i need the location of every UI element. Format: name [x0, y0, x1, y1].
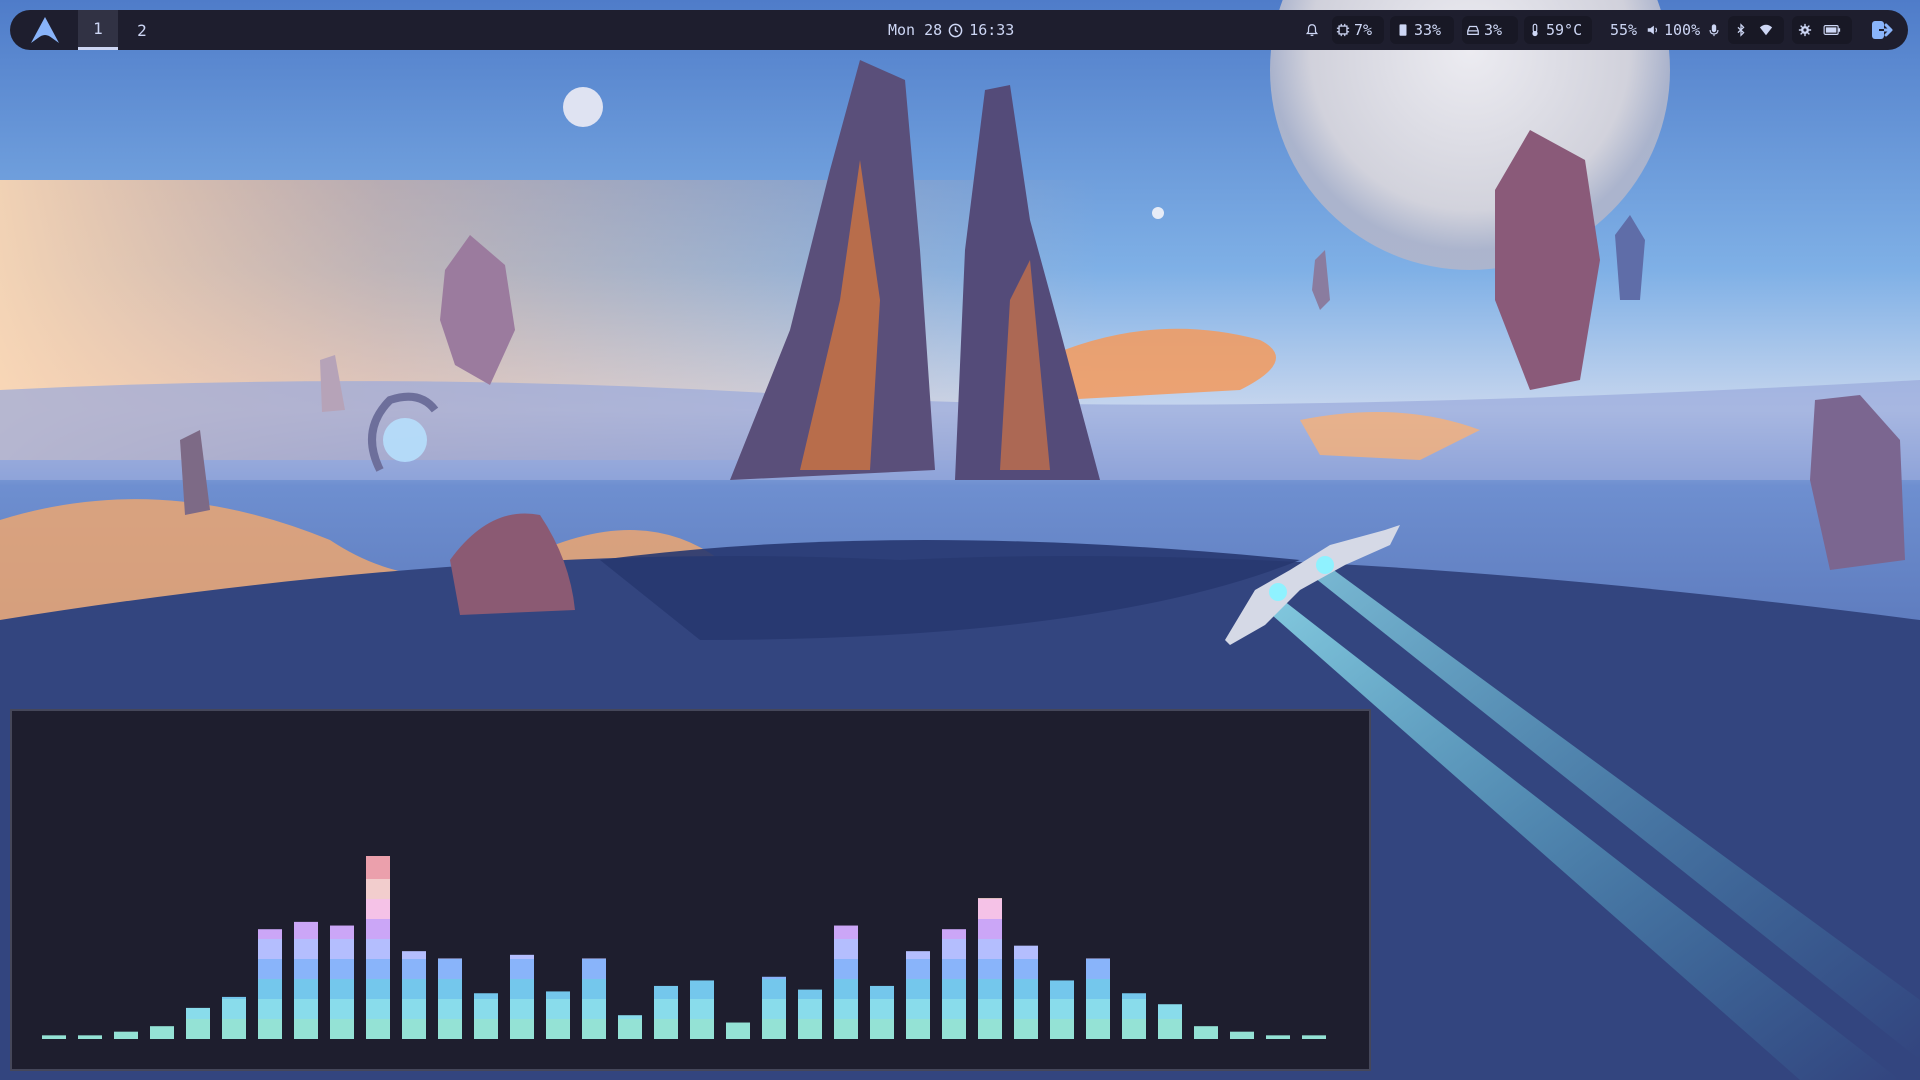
visualizer-bar — [1014, 945, 1038, 1039]
visualizer-bar — [474, 993, 498, 1039]
visualizer-bar — [1086, 958, 1110, 1039]
visualizer-bar — [582, 958, 606, 1039]
battery-icon — [1823, 25, 1841, 35]
clock-icon — [948, 23, 963, 37]
workspace-1-label: 1 — [93, 19, 103, 38]
visualizer-bar — [258, 929, 282, 1039]
audio-visualizer-bars — [42, 856, 1326, 1039]
microphone-button[interactable] — [1707, 10, 1721, 50]
visualizer-bar — [1230, 1031, 1254, 1039]
visualizer-bar — [330, 925, 354, 1039]
wifi-icon — [1759, 24, 1773, 36]
visualizer-bar — [654, 985, 678, 1039]
visualizer-bar — [1122, 993, 1146, 1039]
visualizer-bar — [150, 1026, 174, 1039]
visualizer-bar — [366, 856, 390, 1039]
workspace-2-button[interactable]: 2 — [122, 10, 162, 50]
battery-indicator[interactable] — [1822, 10, 1842, 50]
visualizer-bar — [114, 1031, 138, 1039]
visualizer-bar — [942, 929, 966, 1039]
visualizer-bar — [906, 951, 930, 1039]
memory-module[interactable]: 33% — [1396, 10, 1441, 50]
brightness-module[interactable]: 55% — [1610, 10, 1637, 50]
volume-value: 100% — [1664, 21, 1701, 39]
visualizer-bar — [762, 976, 786, 1039]
bluetooth-icon — [1737, 23, 1745, 37]
settings-button[interactable] — [1798, 10, 1812, 50]
thermometer-icon — [1532, 23, 1538, 37]
gear-icon — [1798, 23, 1812, 37]
microphone-icon — [1709, 24, 1719, 37]
memory-icon — [1399, 24, 1407, 36]
notifications-button[interactable] — [1305, 10, 1319, 50]
speaker-icon — [1647, 25, 1658, 35]
visualizer-bar — [42, 1035, 66, 1039]
clock[interactable]: Mon 28 16:33 — [888, 10, 1014, 50]
visualizer-bar — [618, 1015, 642, 1039]
cpu-icon — [1336, 23, 1350, 37]
brightness-value: 55% — [1610, 21, 1638, 39]
visualizer-bar — [546, 991, 570, 1039]
disk-value: 3% — [1484, 21, 1503, 39]
arch-logo-icon[interactable] — [30, 16, 60, 44]
memory-value: 33% — [1414, 21, 1442, 39]
disk-module[interactable]: 3% — [1466, 10, 1502, 50]
visualizer-bar — [186, 1007, 210, 1039]
bluetooth-button[interactable] — [1734, 10, 1748, 50]
cpu-value: 7% — [1354, 21, 1373, 39]
visualizer-bar — [1266, 1035, 1290, 1039]
visualizer-bar — [510, 954, 534, 1039]
temperature-value: 59°C — [1546, 21, 1583, 39]
visualizer-bar — [726, 1022, 750, 1039]
audio-visualizer-window[interactable] — [10, 709, 1371, 1071]
cpu-module[interactable]: 7% — [1336, 10, 1372, 50]
visualizer-bar — [1158, 1004, 1182, 1039]
wifi-button[interactable] — [1759, 10, 1773, 50]
visualizer-bar — [294, 921, 318, 1039]
visualizer-bar — [438, 958, 462, 1039]
clock-time: 16:33 — [969, 21, 1015, 39]
visualizer-bar — [834, 925, 858, 1039]
logout-icon[interactable] — [1870, 18, 1894, 42]
visualizer-bar — [222, 996, 246, 1039]
visualizer-bar — [798, 989, 822, 1039]
visualizer-bar — [1302, 1035, 1326, 1039]
temperature-module[interactable]: 59°C — [1528, 10, 1582, 50]
bell-icon — [1305, 24, 1319, 37]
clock-date: Mon 28 — [888, 21, 943, 39]
visualizer-bar — [402, 951, 426, 1039]
disk-icon — [1467, 25, 1479, 35]
visualizer-bar — [78, 1035, 102, 1039]
visualizer-bar — [978, 898, 1002, 1039]
visualizer-bar — [1194, 1026, 1218, 1039]
volume-module[interactable]: 100% — [1646, 10, 1700, 50]
top-bar: 1 2 Mon 28 16:33 7% 33% 3% 59°C 55% 100% — [10, 10, 1908, 50]
workspace-1-button[interactable]: 1 — [78, 10, 118, 50]
visualizer-bar — [690, 980, 714, 1039]
visualizer-bar — [870, 985, 894, 1039]
workspace-2-label: 2 — [137, 20, 147, 40]
visualizer-bar — [1050, 980, 1074, 1039]
